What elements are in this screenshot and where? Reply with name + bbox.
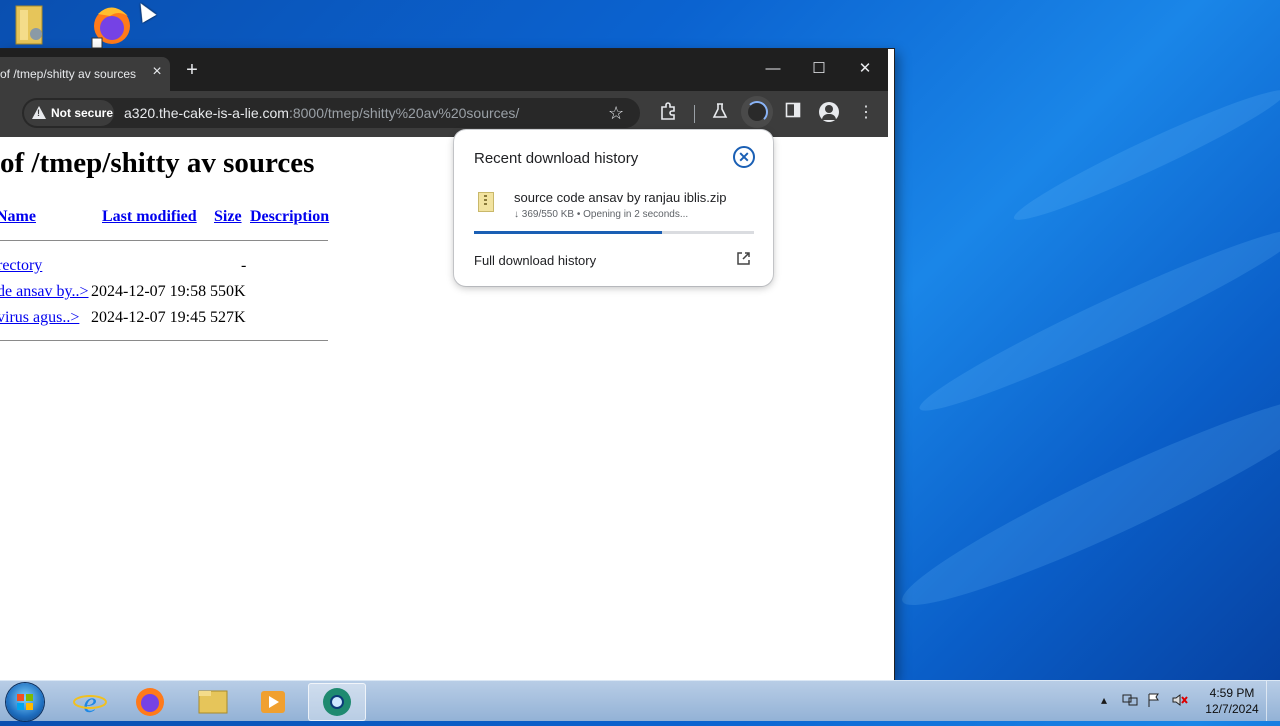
row-size: 527K	[210, 309, 246, 326]
download-progress-icon[interactable]	[746, 101, 768, 123]
minimize-button[interactable]: —	[761, 59, 785, 79]
side-panel-icon[interactable]	[782, 102, 804, 124]
download-bubble: Recent download history ✕ source code an…	[454, 130, 773, 286]
wallpaper-streak	[1007, 78, 1280, 232]
show-desktop-button[interactable]	[1266, 681, 1280, 721]
start-button[interactable]	[6, 683, 44, 721]
address-bar[interactable]: Not secure a320.the-cake-is-a-lie.com:80…	[22, 98, 640, 128]
close-bubble-icon[interactable]: ✕	[733, 146, 755, 168]
wallpaper-streak	[911, 213, 1280, 427]
labs-flask-icon[interactable]	[709, 102, 731, 124]
close-window-button[interactable]: ✕	[853, 59, 877, 79]
mouse-cursor-icon	[133, 0, 157, 23]
taskbar-clock[interactable]: 4:59 PM 12/7/2024	[1202, 685, 1262, 717]
clock-date: 12/7/2024	[1205, 702, 1259, 716]
tab-active[interactable]: of /tmep/shitty av sources ×	[0, 57, 170, 91]
extensions-icon[interactable]	[657, 102, 679, 124]
bookmark-star-icon[interactable]: ☆	[608, 103, 624, 124]
taskbar-media-player-icon[interactable]	[245, 683, 301, 719]
download-status: ↓ 369/550 KB • Opening in 2 seconds...	[514, 209, 689, 220]
tray-network-icon[interactable]	[1122, 693, 1138, 710]
col-last-modified-link[interactable]: Last modified	[102, 208, 197, 226]
zip-file-icon	[478, 192, 494, 212]
row-name-link[interactable]: de ansav by..>	[0, 283, 89, 301]
toolbar-divider	[694, 105, 695, 123]
download-file-name[interactable]: source code ansav by ranjau iblis.zip	[514, 190, 726, 205]
row-name-link[interactable]: rectory	[0, 257, 42, 275]
wallpaper-streak	[889, 371, 1280, 629]
tray-volume-muted-icon[interactable]	[1172, 693, 1188, 710]
row-date: 2024-12-07 19:58	[91, 283, 207, 300]
security-label: Not secure	[51, 106, 114, 120]
divider-bottom	[0, 340, 328, 341]
url-text[interactable]: a320.the-cake-is-a-lie.com:8000/tmep/shi…	[124, 105, 519, 121]
svg-text:e: e	[83, 686, 96, 719]
taskbar-file-explorer-icon[interactable]	[185, 683, 241, 719]
col-description-link[interactable]: Description	[250, 208, 329, 226]
open-external-icon[interactable]	[735, 251, 751, 267]
menu-kebab-icon[interactable]: ⋮	[855, 102, 877, 124]
tray-overflow-icon[interactable]: ▴	[1101, 693, 1107, 707]
desktop-folder-icon[interactable]	[12, 0, 56, 50]
page-title: of /tmep/shitty av sources	[0, 147, 315, 179]
row-size: 550K	[210, 283, 246, 300]
url-path: :8000/tmep/shitty%20av%20sources/	[288, 105, 520, 121]
row-date: 2024-12-07 19:45	[91, 309, 207, 326]
security-chip[interactable]: Not secure	[24, 100, 114, 126]
taskbar-internet-explorer-icon[interactable]: e	[62, 683, 118, 719]
tab-title: of /tmep/shitty av sources	[0, 67, 136, 81]
full-download-history-link[interactable]: Full download history	[474, 253, 596, 268]
taskbar-chrome-icon[interactable]	[308, 683, 366, 721]
warning-icon	[32, 106, 46, 119]
maximize-button[interactable]: ☐	[807, 59, 831, 79]
taskbar: e ▴ 4:59 PM 12/7/2024	[0, 680, 1280, 721]
taskbar-firefox-icon[interactable]	[122, 683, 178, 719]
url-host: a320.the-cake-is-a-lie.com	[124, 105, 289, 121]
desktop-firefox-icon[interactable]	[88, 0, 132, 50]
col-name-link[interactable]: Name	[0, 208, 36, 226]
tab-bar: of /tmep/shitty av sources × + — ☐ ✕	[0, 49, 888, 91]
row-size: -	[241, 257, 247, 274]
row-name-link[interactable]: virus agus..>	[0, 309, 79, 327]
tab-close-icon[interactable]: ×	[148, 63, 166, 81]
clock-time: 4:59 PM	[1209, 686, 1255, 700]
new-tab-button[interactable]: +	[182, 60, 202, 81]
download-progress-bar	[474, 231, 754, 234]
download-progress-fill	[474, 231, 662, 234]
divider-top	[0, 240, 328, 241]
col-size-link[interactable]: Size	[214, 208, 242, 226]
download-bubble-title: Recent download history	[474, 150, 639, 167]
profile-avatar-icon[interactable]	[819, 102, 839, 122]
tray-flag-icon[interactable]	[1147, 693, 1161, 710]
